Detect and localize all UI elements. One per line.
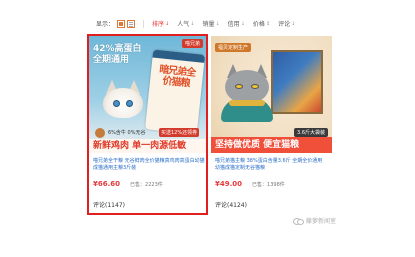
sort-reviews[interactable]: 评论 ↓ <box>278 19 296 29</box>
price-row: ¥49.00 已售：1398件 <box>215 180 285 188</box>
product-card[interactable]: 福贝定制生产 3.6斤大袋装 坚持做优质 便宜猫粮 喵兄弟猫主粮 38%蛋白含量… <box>211 36 332 217</box>
product-price-value: 66.60 <box>97 180 121 188</box>
promo-line: 42%高蛋白 <box>93 44 142 54</box>
cat-eye <box>235 84 243 89</box>
cat-collar <box>229 100 265 106</box>
sort-price-label: 价格 <box>252 21 265 28</box>
food-bag-illustration: 暗兄弟全价猫粮 <box>144 49 206 135</box>
grid-view-icon[interactable] <box>117 19 126 28</box>
sold-count: 已售：2223件 <box>130 181 163 188</box>
kibble-icon <box>95 128 105 138</box>
list-view-icon[interactable] <box>127 19 136 28</box>
display-label: 显示： <box>96 21 115 28</box>
product-slogan: 坚持做优质 便宜猫粮 <box>211 137 332 153</box>
review-count-link[interactable]: 评论(4124) <box>215 200 247 209</box>
product-slogan: 新鲜鸡肉 单一肉源低敏 <box>89 139 206 153</box>
sold-count: 已售：1398件 <box>252 181 285 188</box>
coupon-tag: 买送12%还领券 <box>159 128 200 137</box>
product-image[interactable]: 福贝定制生产 3.6斤大袋装 坚持做优质 便宜猫粮 <box>211 36 332 153</box>
package-size-tag: 3.6斤大袋装 <box>294 128 328 137</box>
price-row: ¥66.60 已售：2223件 <box>93 180 163 188</box>
sort-credit[interactable]: 信用 ↓ <box>227 19 245 29</box>
sort-popularity-label: 人气 <box>177 21 190 28</box>
cat-illustration <box>103 80 143 118</box>
promo-headline: 42%高蛋白 全期通用 <box>93 44 142 66</box>
sort-arrow-icon: ↓ <box>215 20 220 27</box>
watermark-text: 藤萝新闻室 <box>306 218 337 225</box>
sort-sales[interactable]: 销量 ↓ <box>202 19 220 29</box>
sort-price[interactable]: 价格 ↕ <box>252 19 271 29</box>
product-title-link[interactable]: 喵兄弟猫主粮 38%蛋白含量3.6斤 全期全价通用幼猫成猫定制无谷猫粮 <box>215 158 327 172</box>
sort-arrow-icon: ↕ <box>265 20 271 27</box>
product-price: ¥49.00 <box>215 180 243 188</box>
product-title-link[interactable]: 喵兄弟全干粮 无谷鲜肉全价猫粮真鸡肉高蛋白幼猫成猫通用主粮3斤装 <box>93 158 205 172</box>
sort-reviews-label: 评论 <box>278 21 291 28</box>
cat-head <box>103 88 143 118</box>
product-card[interactable]: 42%高蛋白 全期通用 喵兄弟 暗兄弟全价猫粮 6%含牛 0%无谷 买送12%还… <box>87 34 208 215</box>
sort-popularity[interactable]: 人气 ↓ <box>177 19 195 29</box>
cat-eye <box>251 84 259 89</box>
painting-illustration <box>271 50 323 114</box>
cat-head <box>225 70 269 104</box>
bag-text: 暗兄弟全价猫粮 <box>158 64 196 90</box>
cat-illustration <box>221 64 273 124</box>
toolbar-divider <box>143 19 145 28</box>
sort-default-label: 排序 <box>152 21 165 28</box>
wechat-icon <box>293 217 304 225</box>
product-price: ¥66.60 <box>93 180 121 188</box>
cat-eye <box>113 100 120 107</box>
sort-credit-label: 信用 <box>227 21 240 28</box>
brand-tag: 喵兄弟 <box>181 39 203 48</box>
product-image[interactable]: 42%高蛋白 全期通用 喵兄弟 暗兄弟全价猫粮 6%含牛 0%无谷 买送12%还… <box>89 36 206 153</box>
product-price-value: 49.00 <box>219 180 243 188</box>
ingredient-stat: 6%含牛 0%无谷 <box>108 130 146 136</box>
cat-eye <box>126 100 133 107</box>
sort-sales-label: 销量 <box>202 21 215 28</box>
watermark: 藤萝新闻室 <box>293 216 336 225</box>
promo-line: 全期通用 <box>93 55 130 65</box>
manufacturer-tag: 福贝定制生产 <box>215 43 252 52</box>
sort-arrow-icon: ↓ <box>165 20 170 27</box>
sort-default[interactable]: 排序 ↓ <box>152 19 170 29</box>
sort-toolbar: 显示： 排序 ↓ 人气 ↓ 销量 ↓ 信用 ↓ 价格 ↕ 评论 ↓ <box>96 17 344 30</box>
review-count-link[interactable]: 评论(1147) <box>93 200 125 209</box>
sort-arrow-icon: ↓ <box>190 20 195 27</box>
sort-arrow-icon: ↓ <box>240 20 245 27</box>
sort-arrow-icon: ↓ <box>291 20 296 27</box>
